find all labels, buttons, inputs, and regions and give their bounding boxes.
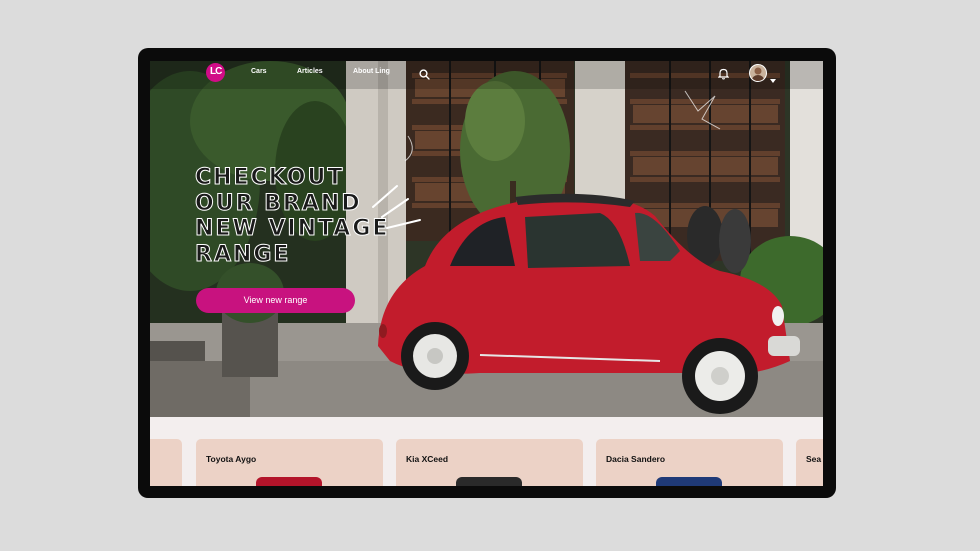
car-thumbnail [456,477,522,486]
car-card[interactable]: Kia XCeed [396,439,583,486]
car-cards-row: Toyota Aygo Kia XCeed Dacia Sandero Sea [150,417,823,486]
brand-logo[interactable]: LC [206,63,225,82]
logo-mark: LC [210,66,222,77]
nav-link-articles[interactable]: Articles [297,68,323,75]
view-range-button[interactable]: View new range [196,288,355,313]
car-card[interactable]: Dacia Sandero [596,439,783,486]
top-nav: LC Cars Articles About Ling [150,61,823,87]
headline-line: OUR BRAND [195,190,362,216]
card-title: Toyota Aygo [206,454,257,464]
car-thumbnail [656,477,722,486]
nav-link-cars[interactable]: Cars [251,68,267,75]
car-card[interactable]: Sea [796,439,823,486]
chevron-down-icon[interactable] [770,70,776,88]
search-icon[interactable] [419,67,430,85]
card-title: Sea [806,454,822,464]
app-screen: LC Cars Articles About Ling CHECKOUT OUR… [150,61,823,486]
card-title: Kia XCeed [406,454,449,464]
car-thumbnail [256,477,322,486]
headline-line: CHECKOUT [195,165,345,191]
car-card[interactable] [150,439,182,486]
car-card[interactable]: Toyota Aygo [196,439,383,486]
card-title: Dacia Sandero [606,454,666,464]
bell-icon[interactable] [717,67,730,85]
hero-headline: CHECKOUT OUR BRAND NEW VINTAGE RANGE [195,165,395,267]
headline-line: NEW VINTAGE [195,216,390,242]
headline-line: RANGE [195,241,291,267]
avatar[interactable] [749,64,767,82]
nav-link-about[interactable]: About Ling [353,68,390,75]
